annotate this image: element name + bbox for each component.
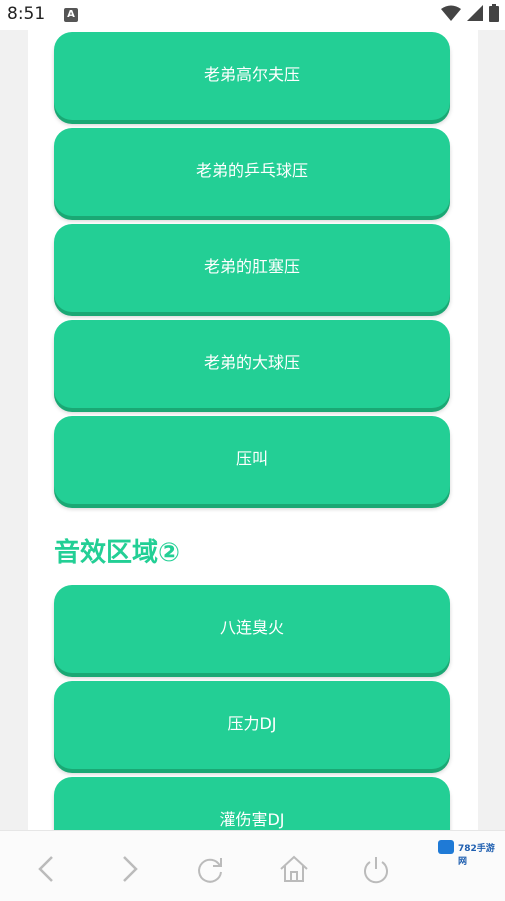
forward-icon[interactable] (108, 849, 148, 889)
sound-button-golf[interactable]: 老弟高尔夫压 (54, 32, 450, 120)
watermark-text: 782手游网 (458, 844, 495, 867)
refresh-icon[interactable] (190, 849, 230, 889)
bottom-nav-bar (0, 830, 505, 901)
sound-button-pingpong[interactable]: 老弟的乒乓球压 (54, 128, 450, 216)
status-time: 8:51 (7, 4, 46, 24)
battery-icon (489, 4, 499, 26)
wifi-icon (441, 5, 461, 25)
home-icon[interactable] (274, 849, 314, 889)
status-icons (441, 4, 499, 26)
site-watermark-logo: 782手游网 (436, 836, 500, 876)
section-title: 音效区域② (54, 538, 181, 568)
sound-button-bailian[interactable]: 八连臭火 (54, 585, 450, 673)
back-icon[interactable] (28, 849, 68, 889)
notification-badge: A (64, 8, 78, 22)
sound-button-bigball[interactable]: 老弟的大球压 (54, 320, 450, 408)
sound-button-yajiao[interactable]: 压叫 (54, 416, 450, 504)
sound-board-panel: 老弟高尔夫压 老弟的乒乓球压 老弟的肛塞压 老弟的大球压 压叫 音效区域② 八连… (28, 30, 478, 830)
status-bar: 8:51 A (0, 0, 505, 30)
signal-icon (467, 5, 483, 25)
watermark-icon (438, 840, 454, 854)
sound-button-guan-dj[interactable]: 灌伤害DJ (54, 777, 450, 830)
sound-button-yali-dj[interactable]: 压力DJ (54, 681, 450, 769)
sound-button-plug[interactable]: 老弟的肛塞压 (54, 224, 450, 312)
power-icon[interactable] (356, 849, 396, 889)
